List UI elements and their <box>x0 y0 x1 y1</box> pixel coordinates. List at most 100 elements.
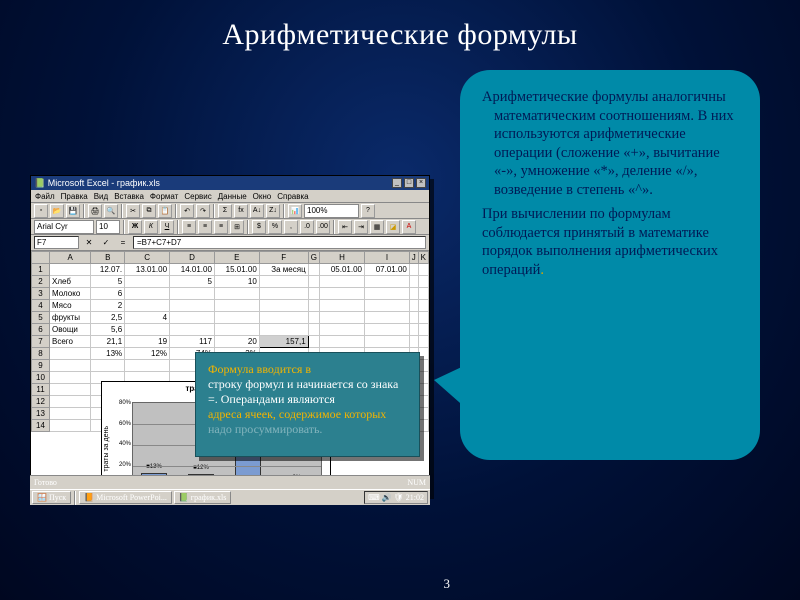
row-header[interactable]: 12 <box>32 396 50 408</box>
table-row[interactable]: 112.07.13.01.0014.01.0015.01.00За месяц0… <box>32 264 429 276</box>
currency-icon[interactable]: $ <box>252 220 266 234</box>
cell[interactable] <box>214 324 259 336</box>
fill-color-icon[interactable]: ◪ <box>386 220 400 234</box>
row-header[interactable]: 14 <box>32 420 50 432</box>
cell[interactable] <box>308 336 319 348</box>
row-header[interactable]: 5 <box>32 312 50 324</box>
cell[interactable]: 05.01.00 <box>320 264 365 276</box>
help-icon[interactable]: ? <box>361 204 375 218</box>
cell[interactable] <box>418 288 428 300</box>
cell[interactable] <box>409 264 418 276</box>
cell[interactable]: 10 <box>214 276 259 288</box>
indent-dec-icon[interactable]: ⇤ <box>338 220 352 234</box>
col-header[interactable]: H <box>320 252 365 264</box>
name-box[interactable]: F7 <box>34 236 79 249</box>
cell[interactable] <box>418 312 428 324</box>
cell[interactable] <box>418 264 428 276</box>
row-header[interactable]: 1 <box>32 264 50 276</box>
fx-icon[interactable]: fx <box>234 204 248 218</box>
inc-decimal-icon[interactable]: .0 <box>300 220 314 234</box>
cell[interactable] <box>365 288 410 300</box>
cell[interactable] <box>308 324 319 336</box>
row-header[interactable]: 8 <box>32 348 50 360</box>
cell[interactable]: 157,1 <box>259 336 308 348</box>
menu-data[interactable]: Данные <box>218 192 247 201</box>
cell[interactable] <box>170 288 215 300</box>
menu-format[interactable]: Формат <box>150 192 178 201</box>
undo-icon[interactable]: ↶ <box>180 204 194 218</box>
percent-icon[interactable]: % <box>268 220 282 234</box>
cell[interactable] <box>409 300 418 312</box>
merge-icon[interactable]: ⊞ <box>230 220 244 234</box>
cell[interactable] <box>418 300 428 312</box>
font-name-combo[interactable]: Arial Cyr <box>34 220 94 234</box>
cell[interactable]: 21,1 <box>91 336 125 348</box>
cell[interactable] <box>50 384 91 396</box>
print-icon[interactable]: 🖨 <box>88 204 102 218</box>
comma-icon[interactable]: , <box>284 220 298 234</box>
menu-insert[interactable]: Вставка <box>114 192 144 201</box>
font-size-combo[interactable]: 10 <box>96 220 120 234</box>
col-header[interactable]: I <box>365 252 410 264</box>
row-header[interactable]: 7 <box>32 336 50 348</box>
align-left-icon[interactable]: ≡ <box>182 220 196 234</box>
cell[interactable] <box>365 312 410 324</box>
copy-icon[interactable]: ⧉ <box>142 204 156 218</box>
cell[interactable] <box>320 312 365 324</box>
dec-decimal-icon[interactable]: .00 <box>316 220 330 234</box>
cell[interactable]: 13% <box>91 348 125 360</box>
table-row[interactable]: 3Молоко6 <box>32 288 429 300</box>
cell[interactable] <box>125 360 170 372</box>
cell[interactable] <box>50 360 91 372</box>
zoom-combo[interactable]: 100% <box>304 204 359 218</box>
cell[interactable]: 5 <box>91 276 125 288</box>
col-header[interactable]: E <box>214 252 259 264</box>
cell[interactable]: Овощи <box>50 324 91 336</box>
cell[interactable] <box>125 288 170 300</box>
bold-icon[interactable]: Ж <box>128 220 142 234</box>
align-center-icon[interactable]: ≡ <box>198 220 212 234</box>
cell[interactable] <box>320 300 365 312</box>
menu-file[interactable]: Файл <box>35 192 55 201</box>
col-header[interactable]: F <box>259 252 308 264</box>
col-header[interactable]: B <box>91 252 125 264</box>
cell[interactable]: 15.01.00 <box>214 264 259 276</box>
standard-toolbar[interactable]: ▫ 📂 💾 🖨 🔍 ✂ ⧉ 📋 ↶ ↷ Σ fx A↓ Z↓ 📊 100% ? <box>31 203 429 219</box>
menubar[interactable]: Файл Правка Вид Вставка Формат Сервис Да… <box>31 190 429 203</box>
table-row[interactable]: 4Мясо2 <box>32 300 429 312</box>
row-header[interactable]: 2 <box>32 276 50 288</box>
minimize-button[interactable]: _ <box>392 178 402 188</box>
cell[interactable] <box>259 300 308 312</box>
cell[interactable] <box>214 288 259 300</box>
cell[interactable] <box>308 264 319 276</box>
borders-icon[interactable]: ▦ <box>370 220 384 234</box>
close-button[interactable]: × <box>416 178 426 188</box>
cell[interactable] <box>91 360 125 372</box>
menu-help[interactable]: Справка <box>277 192 308 201</box>
cell[interactable]: 07.01.00 <box>365 264 410 276</box>
cell[interactable] <box>409 312 418 324</box>
titlebar[interactable]: 📗 Microsoft Excel - график.xls _ □ × <box>31 176 429 190</box>
task-item[interactable]: 📗 график.xls <box>174 491 232 504</box>
format-toolbar[interactable]: Arial Cyr 10 Ж К Ч ≡ ≡ ≡ ⊞ $ % , .0 .00 … <box>31 219 429 235</box>
system-tray[interactable]: ⌨ 🔊 🛡 21:02 <box>364 491 428 504</box>
cell[interactable]: 20 <box>214 336 259 348</box>
new-icon[interactable]: ▫ <box>34 204 48 218</box>
cell[interactable] <box>308 276 319 288</box>
row-header[interactable]: 11 <box>32 384 50 396</box>
sort-desc-icon[interactable]: Z↓ <box>266 204 280 218</box>
align-right-icon[interactable]: ≡ <box>214 220 228 234</box>
cell[interactable] <box>308 288 319 300</box>
table-row[interactable]: 5фрукты2,54 <box>32 312 429 324</box>
cell[interactable] <box>365 300 410 312</box>
cell[interactable]: 2,5 <box>91 312 125 324</box>
row-header[interactable]: 6 <box>32 324 50 336</box>
chart-icon[interactable]: 📊 <box>288 204 302 218</box>
cell[interactable] <box>365 324 410 336</box>
preview-icon[interactable]: 🔍 <box>104 204 118 218</box>
cell[interactable] <box>418 276 428 288</box>
cell[interactable] <box>50 348 91 360</box>
task-item[interactable]: 📙 Microsoft PowerPoi... <box>79 491 172 504</box>
cell[interactable] <box>308 312 319 324</box>
tray-clock[interactable]: 21:02 <box>406 493 424 502</box>
